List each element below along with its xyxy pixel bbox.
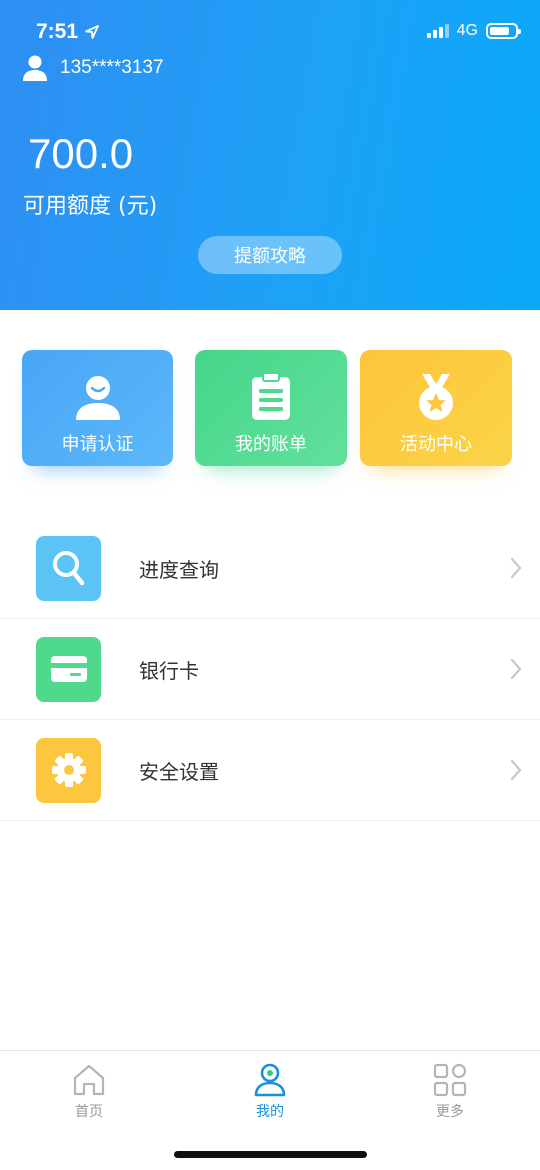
chevron-right-icon xyxy=(510,759,522,781)
credit-amount: 700.0 xyxy=(28,130,134,177)
menu-item-bank-card[interactable]: 银行卡 xyxy=(0,619,540,720)
gear-icon xyxy=(51,753,86,787)
user-phone: 135****3137 xyxy=(60,57,164,78)
card-label: 活动中心 xyxy=(400,434,472,455)
list-icon-bg xyxy=(36,636,101,702)
nav-label: 更多 xyxy=(436,1104,464,1120)
menu-item-label: 进度查询 xyxy=(139,557,219,582)
signal-icon xyxy=(426,24,449,38)
chevron-right-icon xyxy=(510,658,522,680)
nav-tab-mine[interactable]: 我的 xyxy=(230,1063,310,1121)
home-indicator xyxy=(174,1151,367,1158)
menu-item-security-settings[interactable]: 安全设置 xyxy=(0,720,540,821)
profile-icon xyxy=(254,1063,286,1097)
menu-item-label: 安全设置 xyxy=(139,759,219,784)
header-banner: 7:51 4G 135****3137 700.0 可用额度 (元) 提额攻略 xyxy=(0,0,540,310)
nav-tab-home[interactable]: 首页 xyxy=(49,1063,129,1121)
medal-icon xyxy=(419,374,453,420)
menu-item-label: 银行卡 xyxy=(139,658,199,683)
card-my-bills[interactable]: 我的账单 xyxy=(195,350,347,466)
card-apply-verification[interactable]: 申请认证 xyxy=(22,350,173,466)
status-time: 7:51 xyxy=(36,20,100,44)
grid-icon xyxy=(433,1063,467,1097)
nav-label: 首页 xyxy=(75,1104,103,1120)
card-label: 申请认证 xyxy=(61,434,134,455)
clipboard-icon xyxy=(252,372,290,420)
nav-tab-more[interactable]: 更多 xyxy=(410,1063,490,1121)
user-icon xyxy=(75,376,120,420)
credit-boost-button[interactable]: 提额攻略 xyxy=(198,236,342,274)
list-icon-bg xyxy=(36,737,101,803)
clock: 7:51 xyxy=(36,20,79,43)
chevron-right-icon xyxy=(510,557,522,579)
search-icon xyxy=(52,551,84,586)
battery-icon xyxy=(486,23,521,39)
card-label: 我的账单 xyxy=(235,434,307,455)
menu-item-progress-query[interactable]: 进度查询 xyxy=(0,518,540,619)
home-icon xyxy=(73,1064,105,1096)
user-icon xyxy=(23,55,47,81)
nav-label: 我的 xyxy=(256,1104,284,1120)
status-indicators: 4G xyxy=(426,22,521,40)
network-type: 4G xyxy=(456,22,478,39)
location-arrow-icon xyxy=(85,25,99,39)
bank-card-icon xyxy=(50,656,87,682)
user-info[interactable]: 135****3137 xyxy=(22,54,164,82)
list-icon-bg xyxy=(36,535,101,601)
card-activity-center[interactable]: 活动中心 xyxy=(360,350,512,466)
credit-label: 可用额度 (元) xyxy=(23,194,158,219)
